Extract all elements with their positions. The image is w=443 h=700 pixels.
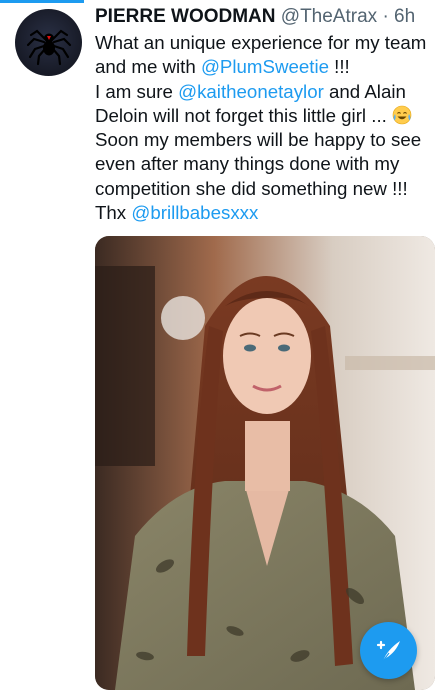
- spider-icon: [26, 29, 71, 65]
- tweet-line: I am sure @kaitheonetaylor and Alain: [95, 80, 435, 104]
- tweet-line: competition she did something new !!!: [95, 177, 435, 201]
- tweet-line: What an unique experience for my team: [95, 31, 435, 55]
- tweet-line: Soon my members will be happy to see: [95, 128, 435, 152]
- top-tab-indicator: [0, 0, 84, 3]
- text-segment: and me with: [95, 56, 201, 78]
- text-segment: competition she did something new !!!: [95, 177, 408, 199]
- text-segment: Soon my members will be happy to see: [95, 129, 422, 151]
- tweet-line: Thx @brillbabesxxx: [95, 201, 435, 225]
- tweet-text: What an unique experience for my team an…: [95, 31, 435, 225]
- text-segment: even after many things done with my: [95, 153, 400, 175]
- author-name[interactable]: PIERRE WOODMAN: [95, 6, 276, 27]
- tweet-line: Deloin will not forget this little girl …: [95, 104, 435, 128]
- text-segment: !!!: [328, 56, 350, 78]
- avatar[interactable]: [15, 9, 82, 76]
- tears-of-joy-emoji-icon: [392, 105, 412, 125]
- mention-link[interactable]: @kaitheonetaylor: [178, 81, 324, 102]
- tweet-content: PIERRE WOODMAN @TheAtrax · 6h What an un…: [95, 6, 435, 225]
- text-segment: What an unique experience for my team: [95, 32, 427, 53]
- compose-tweet-icon: [376, 640, 400, 661]
- timestamp[interactable]: 6h: [394, 6, 415, 27]
- text-segment: I am sure: [95, 80, 179, 102]
- text-segment: Deloin will not forget this little girl …: [95, 104, 393, 126]
- text-segment: and Alain: [323, 80, 406, 102]
- author-handle[interactable]: @TheAtrax: [281, 6, 377, 27]
- mention-link[interactable]: @PlumSweetie: [201, 56, 329, 77]
- text-segment: Thx: [95, 202, 132, 224]
- compose-tweet-button[interactable]: [360, 622, 417, 679]
- tweet-line: even after many things done with my: [95, 152, 435, 176]
- tweet-line: and me with @PlumSweetie !!!: [95, 55, 435, 79]
- separator-dot: ·: [382, 6, 389, 27]
- mention-link[interactable]: @brillbabesxxx: [131, 202, 258, 223]
- tweet-header: PIERRE WOODMAN @TheAtrax · 6h: [95, 6, 435, 30]
